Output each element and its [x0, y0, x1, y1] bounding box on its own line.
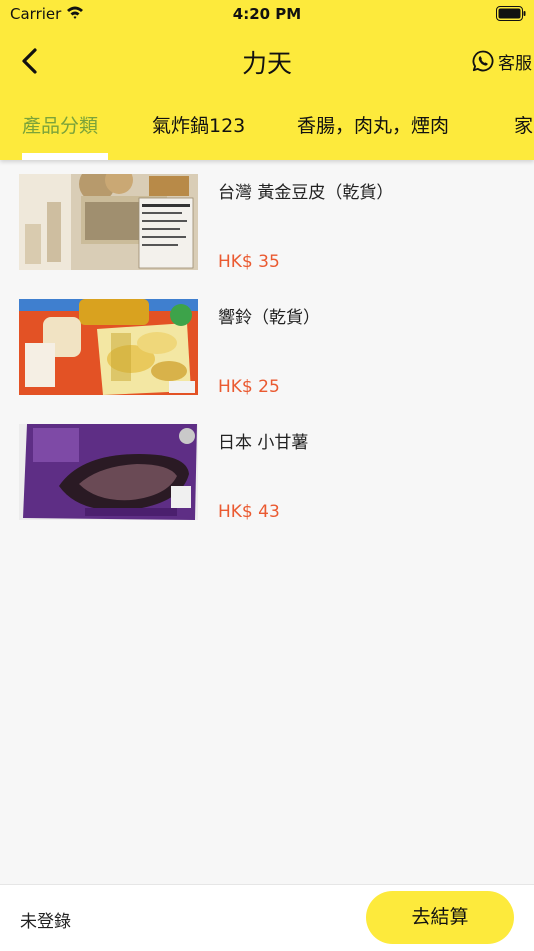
product-name: 台灣 黃金豆皮（乾貨） — [218, 183, 394, 203]
category-tabs: 產品分類 氣炸鍋123 香腸，肉丸，煙肉 家 — [0, 100, 534, 160]
product-name: 響鈴（乾貨） — [218, 308, 320, 328]
product-price: HK$ 35 — [218, 252, 280, 272]
nav-bar: 力天 客服 — [0, 36, 534, 86]
customer-service-button[interactable]: 客服 — [471, 47, 532, 75]
whatsapp-icon — [472, 50, 494, 72]
checkout-button[interactable]: 去結算 — [366, 891, 514, 944]
tofu-skin-package-photo — [19, 174, 198, 270]
login-status[interactable]: 未登錄 — [20, 907, 71, 932]
customer-service-label: 客服 — [498, 53, 532, 74]
status-bar: Carrier 4:20 PM — [0, 0, 534, 28]
tab-product-categories[interactable]: 產品分類 — [22, 111, 98, 138]
tab-air-fryer[interactable]: 氣炸鍋123 — [152, 111, 245, 138]
battery-icon — [496, 6, 526, 21]
bottom-bar: 未登錄 去結算 — [0, 884, 534, 951]
product-item[interactable]: 響鈴（乾貨） HK$ 25 — [0, 295, 534, 405]
product-name: 日本 小甘薯 — [218, 433, 309, 453]
page-title: 力天 — [241, 49, 292, 78]
product-item[interactable]: 日本 小甘薯 HK$ 43 — [0, 420, 534, 530]
status-time: 4:20 PM — [232, 5, 302, 23]
bean-curd-roll-package-photo — [19, 299, 198, 395]
product-price: HK$ 43 — [218, 502, 280, 522]
header: Carrier 4:20 PM 力天 客服 產品分類 氣炸鍋123 香腸，肉丸，… — [0, 0, 534, 160]
product-item[interactable]: 台灣 黃金豆皮（乾貨） HK$ 35 — [0, 170, 534, 280]
product-price: HK$ 25 — [218, 377, 280, 397]
sweet-potato-package-photo — [19, 424, 198, 520]
tab-sausage-meatball-bacon[interactable]: 香腸，肉丸，煙肉 — [297, 111, 449, 138]
active-tab-indicator — [22, 153, 108, 160]
tab-home[interactable]: 家 — [514, 111, 533, 138]
